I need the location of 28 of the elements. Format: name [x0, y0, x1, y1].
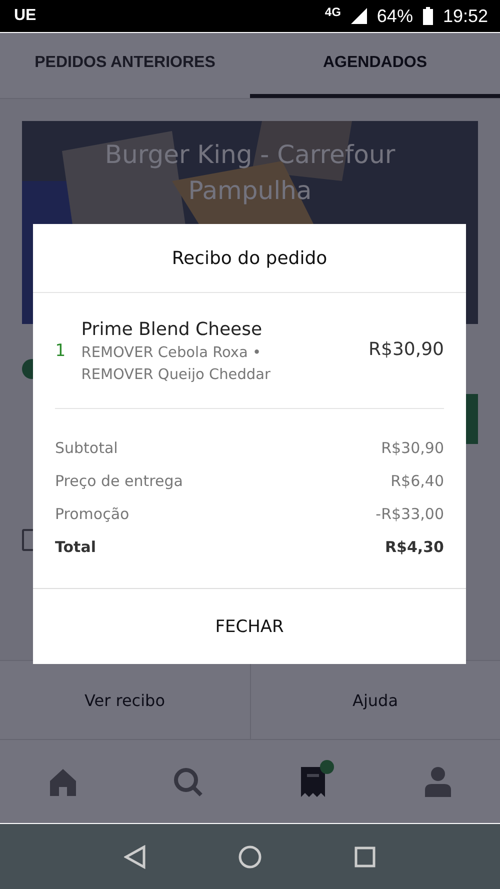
receipt-icon — [300, 766, 326, 798]
person-icon — [424, 766, 452, 798]
restaurant-name: Burger King - Carrefour Pampulha — [104, 139, 396, 208]
clock: 19:52 — [442, 6, 488, 27]
signal-icon — [350, 8, 367, 24]
summary-value: R$6,40 — [390, 472, 444, 490]
home-button-icon[interactable] — [238, 844, 262, 869]
search-icon — [172, 767, 202, 798]
summary-label: Total — [55, 538, 96, 556]
battery-icon — [422, 7, 433, 26]
recents-icon[interactable] — [354, 846, 376, 868]
item-name: Prime Blend Cheese — [81, 319, 264, 340]
item-price: R$30,90 — [368, 339, 444, 362]
summary-value: R$30,90 — [381, 438, 444, 456]
back-icon[interactable] — [124, 844, 146, 869]
summary-label: Promoção — [55, 504, 130, 522]
summary-label: Preço de entrega — [55, 472, 183, 490]
summary-value: -R$33,00 — [376, 504, 444, 522]
item-quantity: 1 — [55, 341, 66, 363]
summary-label: Subtotal — [55, 438, 118, 456]
item-options: REMOVER Cebola Roxa • REMOVER Queijo Cheddar — [81, 342, 302, 386]
home-icon — [48, 767, 78, 798]
summary-value: R$4,30 — [385, 538, 444, 556]
dialog-title: Recibo do pedido — [33, 224, 466, 293]
carrier-name: UE — [14, 7, 38, 26]
battery-percent: 64% — [376, 6, 413, 27]
notification-dot — [320, 760, 334, 774]
network-type: 4G — [324, 5, 341, 19]
